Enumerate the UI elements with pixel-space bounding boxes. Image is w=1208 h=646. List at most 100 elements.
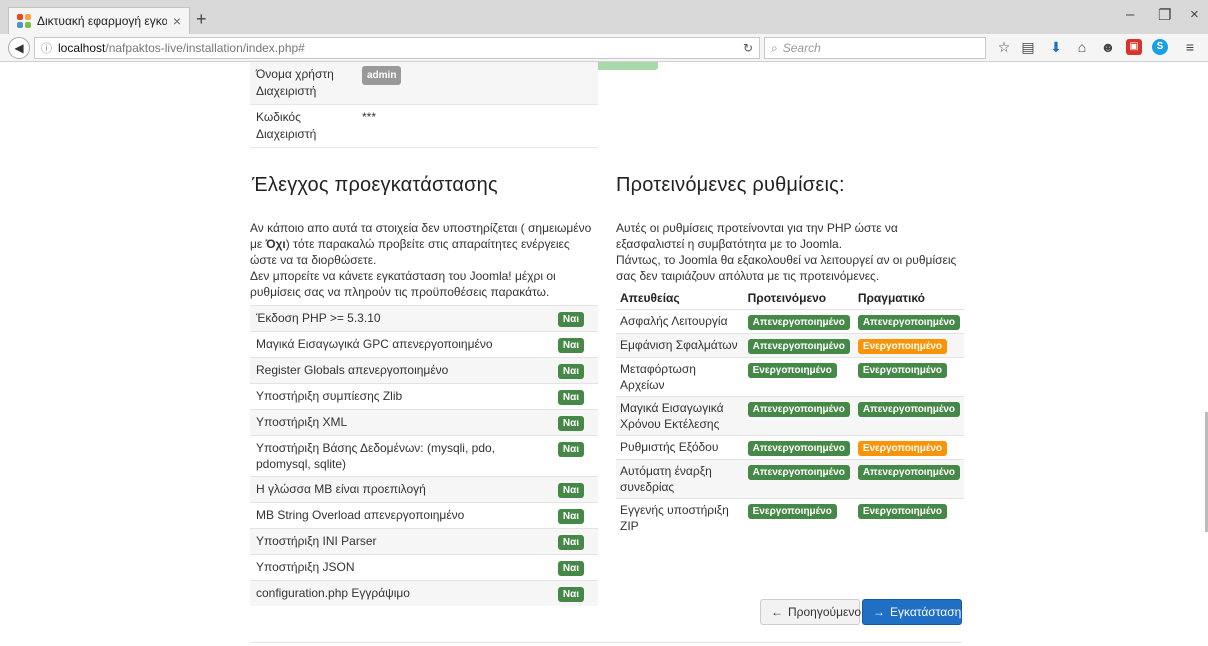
recommended-badge: Ενεργοποιημένο [747,504,837,519]
recommended-value-cell: Απενεργοποιημένο [743,309,854,334]
pocket-icon[interactable]: ☻ [1100,39,1116,55]
precheck-row: MB String Overload απενεργοποιημένο Ναι [250,502,598,529]
precheck-intro: Αν κάποιο απο αυτά τα στοιχεία δεν υποστ… [250,220,598,300]
precheck-row: Η γλώσσα MB είναι προεπιλογή Ναι [250,476,598,503]
precheck-status-cell: Ναι [551,409,598,436]
previous-button[interactable]: ← Προηγούμενο [760,599,862,625]
status-badge: Ναι [557,587,584,602]
col-directive-header: Απευθείας [620,291,680,305]
minimize-window-button[interactable]: – [1126,6,1134,23]
status-badge: Ναι [557,509,584,524]
download-icon[interactable]: ⬇ [1048,39,1064,55]
settings-header-row: Απευθείας Προτεινόμενο Πραγματικό [616,287,964,310]
recommended-value-cell: Απενεργοποιημένο [743,435,854,460]
precheck-row: Έκδοση PHP >= 5.3.10 Ναι [250,305,598,332]
browser-tab[interactable]: Δικτυακή εφαρμογή εγκα... × [8,7,190,34]
status-badge: Ναι [557,535,584,550]
precheck-status-cell: Ναι [551,554,598,581]
precheck-status-cell: Ναι [551,383,598,410]
settings-row: Μεταφόρτωση Αρχείων Ενεργοποιημένο Ενεργοπ… [616,357,964,397]
precheck-item-label: Υποστήριξη συμπίεσης Zlib [250,383,552,410]
arrow-right-icon: → [873,605,885,619]
search-input[interactable]: ⌕ Search [764,37,986,59]
precheck-intro-no: Όχι [265,237,286,251]
directive-name: Ρυθμιστής Εξόδου [616,435,744,460]
recommended-value-cell: Απενεργοποιημένο [743,459,854,499]
new-tab-button[interactable]: + [196,9,207,30]
actual-value-cell: Ενεργοποιημένο [853,435,964,460]
recommended-badge: Απενεργοποιημένο [747,339,850,354]
close-window-button[interactable]: × [1190,6,1199,23]
actual-value-cell: Απενεργοποιημένο [853,309,964,334]
recommended-badge: Απενεργοποιημένο [747,441,850,456]
directive-name: Αυτόματη έναρξη συνεδρίας [616,459,744,499]
actual-value-cell: Ενεργοποιημένο [853,498,964,537]
actual-badge: Ενεργοποιημένο [857,441,948,456]
menu-icon[interactable]: ≡ [1182,39,1198,55]
home-icon[interactable]: ⌂ [1074,39,1090,55]
status-badge: Ναι [557,561,584,576]
precheck-item-label: Υποστήριξη INI Parser [250,528,552,555]
back-arrow-icon: ◀ [14,41,24,55]
precheck-status-cell: Ναι [551,528,598,555]
pdf-icon[interactable]: ▣ [1126,39,1142,55]
reload-icon[interactable]: ↻ [743,41,753,55]
browser-tab-strip: Δικτυακή εφαρμογή εγκα... × + – ❐ × [0,0,1208,34]
status-badge: Ναι [557,364,584,379]
skype-icon[interactable]: S [1152,39,1168,55]
recommended-intro-part1: Αυτές οι ρυθμίσεις προτείνονται για την … [616,221,898,251]
precheck-status-cell: Ναι [551,476,598,503]
status-badge: Ναι [557,442,584,457]
precheck-row: Υποστήριξη JSON Ναι [250,554,598,581]
status-badge: Ναι [557,390,584,405]
precheck-row: Υποστήριξη Βάσης Δεδομένων: (mysqli, pdo… [250,435,598,477]
back-button[interactable]: ◀ [8,37,30,59]
settings-row: Μαγικά Εισαγωγικά Χρόνου Εκτέλεσης Απενερ… [616,396,964,436]
actual-value-cell: Απενεργοποιημένο [853,459,964,499]
status-badge: Ναι [557,416,584,431]
precheck-item-label: MB String Overload απενεργοποιημένο [250,502,552,529]
url-host: localhost [58,41,106,55]
recommended-value-cell: Ενεργοποιημένο [743,498,854,537]
recommended-value-cell: Απενεργοποιημένο [743,333,854,358]
recommended-intro-part2: Πάντως, το Joomla θα εξακολουθεί να λειτ… [616,253,957,283]
precheck-table: Έκδοση PHP >= 5.3.10 Ναι Μαγικά Εισαγωγικά… [250,305,598,606]
recommended-value-cell: Ενεργοποιημένο [743,357,854,397]
settings-row: Εγγενής υποστήριξη ZIP Ενεργοποιημένο Ενερ… [616,498,964,537]
precheck-status-cell: Ναι [551,502,598,529]
directive-name: Εμφάνιση Σφαλμάτων [616,333,744,358]
star-icon[interactable]: ☆ [996,39,1012,55]
directive-name: Εγγενής υποστήριξη ZIP [616,498,744,537]
actual-value-cell: Ενεργοποιημένο [853,357,964,397]
admin-summary-table: Όνομα χρήστη Διαχειριστή admin Κωδικός Δ… [250,62,598,148]
restore-window-button[interactable]: ❐ [1158,6,1171,24]
directive-name: Μαγικά Εισαγωγικά Χρόνου Εκτέλεσης [616,396,744,436]
col-recommended-header: Προτεινόμενο [747,291,827,305]
previous-button-label: Προηγούμενο [788,605,862,619]
admin-username-value: admin [362,66,402,85]
url-path: /nafpaktos-live/installation/index.php# [105,41,305,55]
actual-badge: Απενεργοποιημένο [857,465,960,480]
precheck-status-cell: Ναι [551,331,598,358]
tab-title: Δικτυακή εφαρμογή εγκα... [37,14,167,28]
install-button-label: Εγκατάσταση [890,605,962,619]
precheck-intro-part3: Δεν μπορείτε να κάνετε εγκατάσταση του J… [250,269,556,299]
admin-password-value: *** [362,110,377,124]
recommended-value-cell: Απενεργοποιημένο [743,396,854,436]
install-button[interactable]: → Εγκατάσταση [862,599,962,625]
precheck-intro-part2: ) τότε παρακαλώ προβείτε στις απαραίτητε… [250,237,570,267]
directive-name: Μεταφόρτωση Αρχείων [616,357,744,397]
page-content: Όνομα χρήστη Διαχειριστή admin Κωδικός Δ… [0,62,1208,646]
tab-close-icon[interactable]: × [173,13,181,29]
actual-badge: Ενεργοποιημένο [857,363,948,378]
admin-password-label: Κωδικός Διαχειριστή [256,110,317,141]
actual-value-cell: Ενεργοποιημένο [853,333,964,358]
precheck-title: Έλεγχος προεγκατάστασης [252,174,498,196]
actual-value-cell: Απενεργοποιημένο [853,396,964,436]
precheck-item-label: Η γλώσσα MB είναι προεπιλογή [250,476,552,503]
address-bar[interactable]: ⓘ localhost /nafpaktos-live/installation… [34,37,760,59]
actual-badge: Απενεργοποιημένο [857,402,960,417]
recommended-badge: Ενεργοποιημένο [747,363,837,378]
reading-list-icon[interactable]: ▤ [1020,39,1036,55]
site-info-icon[interactable]: ⓘ [41,40,52,56]
